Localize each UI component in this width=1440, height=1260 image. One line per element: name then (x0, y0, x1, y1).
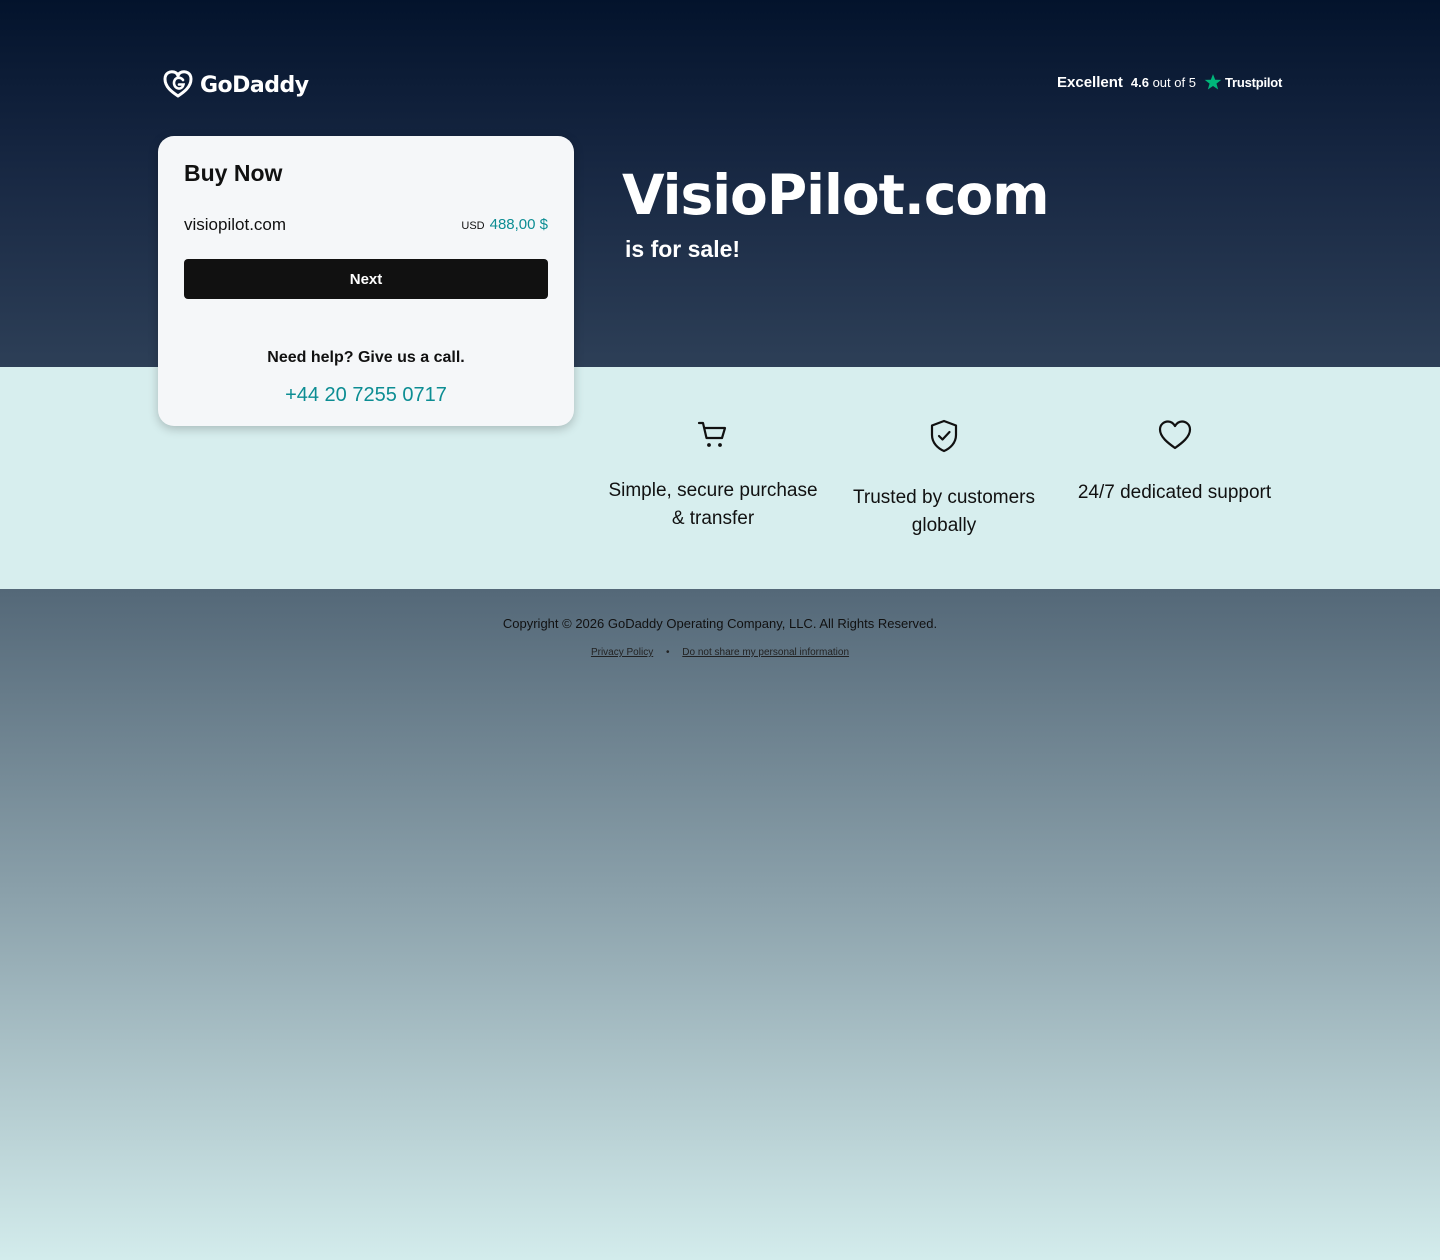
feature-text: Trusted by customers globally (853, 487, 1035, 536)
feature-trusted: Trusted by customers globally (839, 419, 1049, 540)
footer-area (0, 589, 1440, 1260)
copyright-text: Copyright © 2026 GoDaddy Operating Compa… (502, 616, 938, 631)
privacy-policy-link[interactable]: Privacy Policy (591, 647, 653, 658)
help-text: Need help? Give us a call. (267, 349, 465, 366)
next-button[interactable]: Next (184, 259, 548, 299)
rating-score: 4.6 out of 5 (1131, 75, 1196, 90)
domain-title: VisioPilot.com (622, 163, 1050, 227)
price-amount: 488,00 $ (489, 216, 548, 233)
cart-icon (608, 419, 818, 449)
godaddy-heart-logo-icon (162, 68, 194, 103)
logo-text: GoDaddy (200, 73, 309, 98)
do-not-share-link[interactable]: Do not share my personal information (682, 647, 849, 658)
phone-link[interactable]: +44 20 7255 0717 (158, 384, 574, 407)
trustpilot-brand: Trustpilot (1224, 74, 1283, 90)
price-currency: USD (461, 220, 485, 232)
card-domain-name: visiopilot.com (184, 215, 287, 234)
shield-check-icon (839, 419, 1049, 453)
trustpilot-star-icon (1204, 73, 1222, 91)
for-sale-subtitle: is for sale! (625, 236, 741, 262)
rating-score-number: 4.6 (1130, 74, 1149, 90)
feature-support: 24/7 dedicated support (1062, 419, 1287, 507)
card-title: Buy Now (184, 160, 283, 186)
card-price: USD 488,00 $ (461, 216, 548, 233)
buy-now-card: Buy Now visiopilot.com USD 488,00 $ Next… (158, 136, 574, 426)
rating-word: Excellent (1057, 73, 1123, 91)
footer-links: Privacy Policy • Do not share my persona… (0, 647, 1440, 658)
link-separator: • (665, 647, 670, 658)
godaddy-logo[interactable]: GoDaddy (162, 68, 309, 103)
rating-score-suffix: out of 5 (1152, 74, 1196, 90)
feature-text: 24/7 dedicated support (1077, 482, 1272, 503)
feature-secure-purchase: Simple, secure purchase & transfer (608, 419, 818, 533)
feature-text: Simple, secure purchase & transfer (608, 480, 818, 529)
heart-icon (1062, 419, 1287, 451)
trustpilot-rating[interactable]: Excellent 4.6 out of 5 Trustpilot (1057, 73, 1282, 91)
